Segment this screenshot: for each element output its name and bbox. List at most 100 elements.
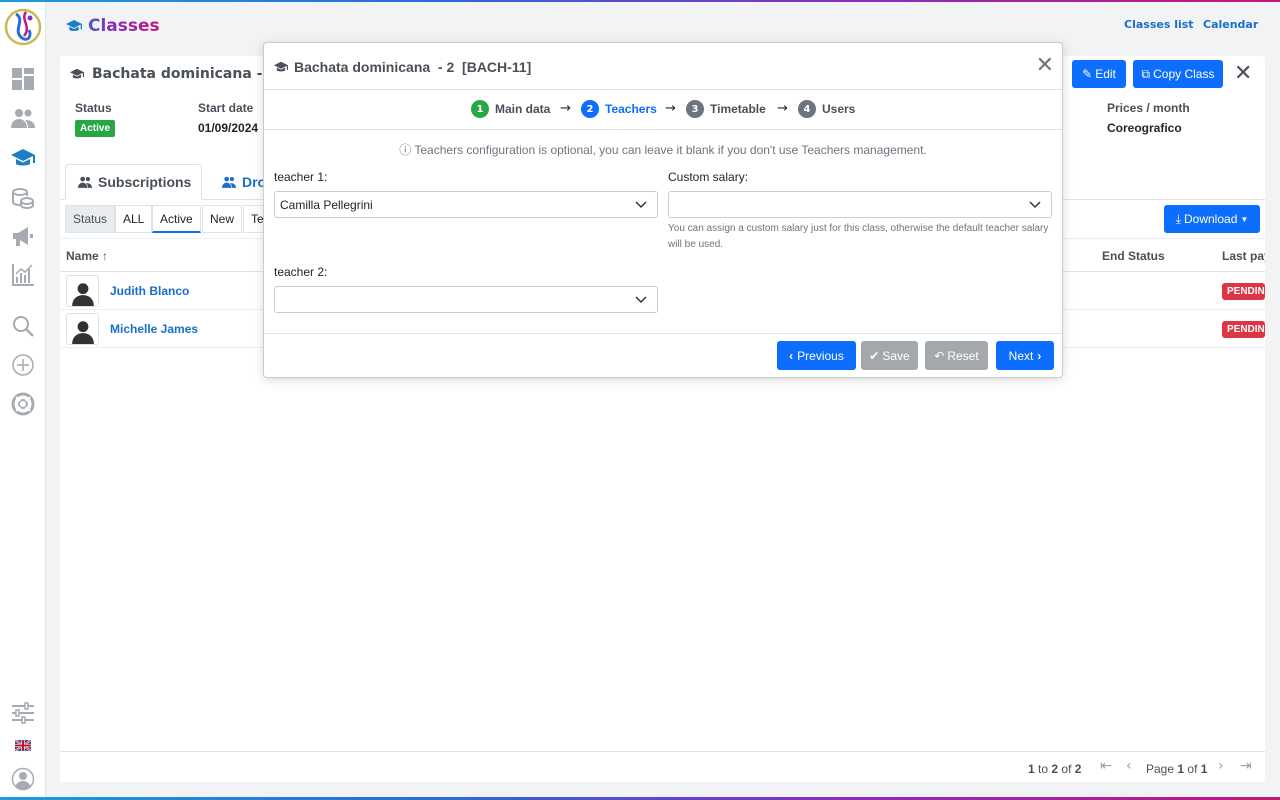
download-icon: ⤓ (1175, 211, 1181, 226)
modal-title: Bachata dominicana - 2 [BACH-11] (274, 59, 531, 75)
divider (264, 89, 1062, 90)
teacher2-select[interactable] (274, 286, 658, 313)
filter-new[interactable]: New (202, 205, 243, 233)
users-icon[interactable] (10, 105, 36, 131)
megaphone-icon[interactable] (10, 223, 36, 249)
filter-active[interactable]: Active (152, 205, 201, 233)
custom-salary-select[interactable] (668, 191, 1052, 218)
page-title-text: Classes (88, 16, 160, 36)
custom-salary-label: Custom salary: (668, 170, 749, 184)
filter-status: Status (65, 205, 116, 233)
users-icon (76, 175, 94, 189)
teacher1-label: teacher 1: (274, 170, 328, 184)
step-4-number[interactable]: 4 (798, 100, 816, 118)
class-title-text: Bachata dominicana - 2 [ (92, 66, 289, 82)
previous-button[interactable]: ‹ Previous (777, 341, 856, 370)
coins-icon[interactable] (10, 185, 36, 211)
filter-all[interactable]: ALL (115, 205, 153, 233)
start-date-value: 01/09/2024 (198, 121, 259, 135)
chevron-right-icon: › (1037, 348, 1042, 363)
status-badge: Active (75, 120, 116, 137)
copy-icon: ⧉ (1141, 66, 1151, 81)
sort-up-icon: ↑ (102, 249, 109, 263)
step-2-number[interactable]: 2 (581, 100, 599, 118)
info-message: ⓘ Teachers configuration is optional, yo… (399, 143, 927, 157)
uk-flag-icon[interactable] (10, 735, 36, 755)
col-name[interactable]: Name ↑ (66, 249, 108, 263)
download-button[interactable]: ⤓ Download ▼ (1164, 205, 1260, 233)
teachers-wizard-modal: Bachata dominicana - 2 [BACH-11] ✕ 1 Mai… (263, 42, 1063, 378)
table-footer: 1 to 2 of 2 ⇤ ‹ Page 1 of 1 › ⇥ (60, 751, 1265, 782)
caret-down-icon: ▼ (1240, 214, 1249, 224)
chevron-down-icon (635, 296, 647, 304)
dashboard-icon[interactable] (10, 66, 36, 92)
lifebuoy-icon[interactable] (10, 391, 36, 417)
step-2-label[interactable]: Teachers (605, 102, 657, 116)
member-name-link[interactable]: Judith Blanco (110, 284, 189, 298)
classes-list-link[interactable]: Classes list (1124, 18, 1194, 31)
arrow-icon: → (665, 101, 676, 116)
prices-label: Prices / month (1107, 101, 1190, 115)
close-icon[interactable]: ✕ (1234, 63, 1252, 85)
plus-circle-icon[interactable] (10, 352, 36, 378)
row-count-summary: 1 to 2 of 2 (1028, 762, 1082, 776)
payment-status-badge: PENDING (1222, 321, 1265, 338)
check-icon: ✔ (869, 348, 880, 363)
copy-class-button[interactable]: ⧉ Copy Class (1133, 60, 1223, 88)
prices-value: Coreografico (1107, 121, 1182, 135)
graduation-cap-icon (274, 61, 288, 72)
modal-title-text: Bachata dominicana - 2 [BACH-11] (294, 59, 532, 75)
page-title: Classes (66, 16, 160, 36)
col-last-pay[interactable]: Last pay (1222, 249, 1265, 263)
last-page-icon[interactable]: ⇥ (1240, 758, 1252, 774)
step-1-label[interactable]: Main data (495, 102, 550, 116)
divider (264, 333, 1062, 334)
chevron-left-icon: ‹ (789, 348, 794, 363)
chevron-down-icon (1029, 201, 1041, 209)
arrow-icon: → (560, 101, 571, 116)
reset-button[interactable]: ↶ Reset (925, 341, 988, 370)
wizard-steps: 1 Main data → 2 Teachers → 3 Timetable →… (264, 100, 1062, 120)
tab-subscriptions[interactable]: Subscriptions (65, 164, 203, 200)
step-3-number[interactable]: 3 (686, 100, 704, 118)
next-button[interactable]: Next › (996, 341, 1054, 370)
graduation-cap-icon[interactable] (10, 145, 36, 171)
custom-salary-help: You can assign a custom salary just for … (668, 223, 1049, 250)
prev-page-icon[interactable]: ‹ (1126, 758, 1132, 774)
arrow-icon: → (777, 101, 788, 116)
member-name-link[interactable]: Michelle James (110, 322, 198, 336)
page-indicator: Page 1 of 1 (1146, 762, 1208, 776)
avatar (66, 313, 99, 345)
step-1-number[interactable]: 1 (471, 100, 489, 118)
close-icon[interactable]: ✕ (1036, 55, 1054, 77)
app-logo[interactable] (2, 6, 44, 48)
sliders-icon[interactable] (10, 700, 36, 726)
step-4-label[interactable]: Users (822, 102, 855, 116)
edit-button[interactable]: ✎ Edit (1072, 60, 1126, 88)
start-date-label: Start date (198, 101, 254, 115)
divider (264, 129, 1062, 130)
pencil-icon: ✎ (1082, 67, 1093, 81)
teacher2-label: teacher 2: (274, 265, 328, 279)
class-title: Bachata dominicana - 2 [ (70, 66, 288, 82)
col-end-status[interactable]: End Status (1102, 249, 1165, 263)
save-button[interactable]: ✔ Save (861, 341, 918, 370)
status-label: Status (75, 101, 112, 115)
sidebar (0, 2, 46, 797)
user-account-icon[interactable] (10, 766, 36, 792)
chevron-down-icon (635, 201, 647, 209)
users-icon (220, 175, 238, 189)
payment-status-badge: PENDING (1222, 283, 1265, 300)
graduation-cap-icon (70, 68, 84, 79)
undo-icon: ↶ (934, 348, 945, 363)
first-page-icon[interactable]: ⇤ (1100, 758, 1112, 774)
search-icon[interactable] (10, 313, 36, 339)
next-page-icon[interactable]: › (1218, 758, 1224, 774)
chart-icon[interactable] (10, 262, 36, 288)
calendar-link[interactable]: Calendar (1203, 18, 1258, 31)
avatar (66, 275, 99, 307)
graduation-cap-icon (66, 18, 82, 34)
teacher1-select[interactable]: Camilla Pellegrini (274, 191, 658, 218)
step-3-label[interactable]: Timetable (710, 102, 766, 116)
info-icon: ⓘ (399, 143, 412, 157)
